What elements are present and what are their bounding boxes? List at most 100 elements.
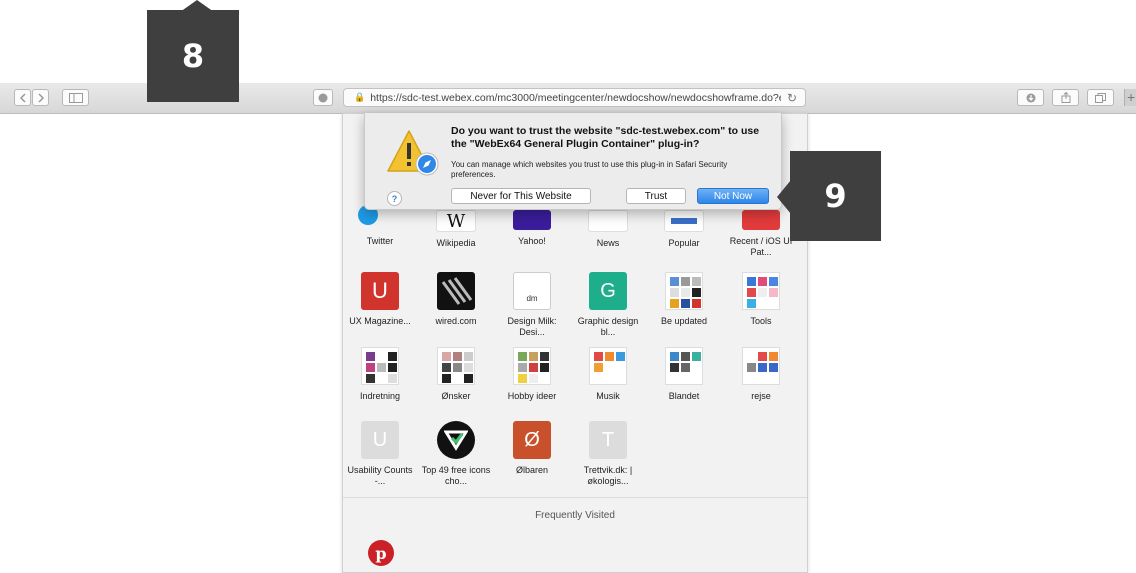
favorite-tools[interactable]: Tools — [726, 272, 796, 327]
favorite-design-milk[interactable]: dm Design Milk: Desi... — [497, 272, 567, 338]
dialog-message: You can manage which websites you trust … — [451, 160, 728, 179]
callout-arrow-left — [777, 180, 791, 214]
favorite-label: Tools — [750, 316, 772, 326]
favorite-label: Yahoo! — [518, 236, 546, 246]
favorite-label: Graphic design bl... — [577, 316, 639, 337]
favorite-label: Popular — [668, 238, 700, 248]
favorite-label: Wikipedia — [436, 238, 476, 248]
design-milk-icon: dm — [513, 272, 551, 310]
favorite-label: Recent / iOS UI Pat... — [729, 236, 793, 257]
favorite-indretning[interactable]: Indretning — [345, 347, 415, 402]
safari-compass-icon — [415, 152, 439, 176]
favorite-label: wired.com — [435, 316, 477, 326]
share-button[interactable] — [1052, 89, 1079, 106]
download-button[interactable] — [1017, 89, 1044, 106]
news-folder-icon — [588, 210, 628, 232]
favorite-popular[interactable]: Popular — [649, 210, 719, 249]
favorite-label: Be updated — [660, 316, 708, 326]
plugin-trust-dialog: Do you want to trust the website "sdc-te… — [364, 113, 782, 210]
share-icon — [1061, 92, 1070, 103]
favorite-yahoo[interactable]: Yahoo! — [497, 210, 567, 247]
back-icon — [19, 92, 26, 103]
pinterest-icon[interactable]: p — [368, 540, 394, 566]
favorite-label: News — [596, 238, 620, 248]
favorite-olbaren[interactable]: Ø Ølbaren — [497, 421, 567, 476]
favorite-label: Design Milk: Desi... — [507, 316, 557, 337]
favorite-label: rejse — [751, 391, 771, 401]
olbaren-icon: Ø — [513, 421, 551, 459]
download-icon — [1026, 93, 1035, 102]
recent-ios-icon — [742, 210, 780, 230]
tabs-icon — [1095, 92, 1106, 103]
favorite-label: Usability Counts -... — [347, 465, 413, 486]
favorite-usability-counts[interactable]: U Usability Counts -... — [345, 421, 415, 487]
trust-button[interactable]: Trust — [626, 188, 686, 204]
step-callout-8: 8 — [147, 10, 239, 102]
favorite-recent-ios[interactable]: Recent / iOS UI Pat... — [726, 210, 796, 258]
favorite-wikipedia[interactable]: W Wikipedia — [421, 210, 491, 249]
favorite-hobby-ideer[interactable]: Hobby ideer — [497, 347, 567, 402]
show-tabs-button[interactable] — [1087, 89, 1114, 106]
favorite-label: Musik — [596, 391, 620, 401]
twitter-icon — [358, 205, 399, 230]
favorite-trettvik[interactable]: T Trettvik.dk: | økologis... — [573, 421, 643, 487]
favorite-label: Blandet — [668, 391, 700, 401]
not-now-button[interactable]: Not Now — [697, 188, 769, 204]
new-tab-button[interactable]: + — [1124, 89, 1136, 106]
trettvik-icon: T — [589, 421, 627, 459]
sidebar-icon — [68, 92, 83, 103]
be-updated-folder-icon — [665, 272, 703, 310]
favorite-label: Top 49 free icons cho... — [421, 465, 491, 486]
graphic-design-icon: G — [589, 272, 627, 310]
wired-icon — [437, 272, 475, 310]
favorite-twitter[interactable]: Twitter — [345, 205, 415, 247]
yahoo-icon — [513, 210, 551, 230]
rejse-folder-icon — [742, 347, 780, 385]
favorite-label: Ønsker — [441, 391, 471, 401]
warning-icon — [387, 130, 439, 176]
help-button[interactable]: ? — [387, 191, 402, 206]
favorite-musik[interactable]: Musik — [573, 347, 643, 402]
url-text: https://sdc-test.webex.com/mc3000/meetin… — [370, 91, 781, 104]
indretning-folder-icon — [361, 347, 399, 385]
favorite-rejse[interactable]: rejse — [726, 347, 796, 402]
favorite-label: Indretning — [359, 391, 401, 401]
step-callout-9: 9 — [790, 151, 881, 241]
favorite-blandet[interactable]: Blandet — [649, 347, 719, 402]
section-divider — [343, 497, 807, 498]
favorite-label: Hobby ideer — [507, 391, 557, 401]
forward-button[interactable] — [32, 89, 49, 106]
back-button[interactable] — [14, 89, 31, 106]
blandet-folder-icon — [665, 347, 703, 385]
never-for-this-website-button[interactable]: Never for This Website — [451, 188, 591, 204]
tools-folder-icon — [742, 272, 780, 310]
favorite-be-updated[interactable]: Be updated — [649, 272, 719, 327]
popular-folder-icon — [664, 210, 704, 232]
dialog-title: Do you want to trust the website "sdc-te… — [451, 125, 760, 150]
sidebar-button[interactable] — [62, 89, 89, 106]
reload-icon[interactable]: ↻ — [787, 91, 797, 105]
top-49-icons-icon — [437, 421, 475, 459]
frequently-visited-heading: Frequently Visited — [535, 510, 615, 521]
usability-counts-icon: U — [361, 421, 399, 459]
favorite-label: UX Magazine... — [349, 316, 411, 326]
musik-folder-icon — [589, 347, 627, 385]
lock-icon: 🔒 — [354, 92, 366, 102]
favorite-ux-magazine[interactable]: U UX Magazine... — [345, 272, 415, 327]
favorite-label: Trettvik.dk: | økologis... — [583, 465, 633, 486]
forward-icon — [37, 92, 44, 103]
address-bar[interactable]: 🔒 https://sdc-test.webex.com/mc3000/meet… — [343, 88, 806, 107]
onsker-folder-icon — [437, 347, 475, 385]
hobby-folder-icon — [513, 347, 551, 385]
favorite-graphic-design[interactable]: G Graphic design bl... — [573, 272, 643, 338]
favorite-news[interactable]: News — [573, 210, 643, 249]
favorite-wired[interactable]: wired.com — [421, 272, 491, 327]
privacy-button[interactable] — [313, 89, 333, 106]
favorite-top-49-icons[interactable]: Top 49 free icons cho... — [421, 421, 491, 487]
favorite-label: Twitter — [366, 236, 394, 246]
shield-icon — [318, 93, 328, 102]
ux-magazine-icon: U — [361, 272, 399, 310]
favorite-label: Ølbaren — [515, 465, 549, 475]
favorite-onsker[interactable]: Ønsker — [421, 347, 491, 402]
wikipedia-icon: W — [436, 210, 476, 232]
